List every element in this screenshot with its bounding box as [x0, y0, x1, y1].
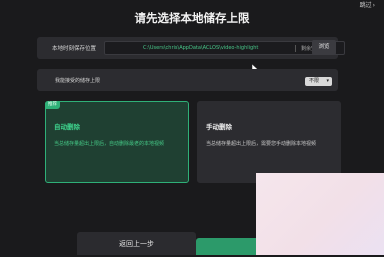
divider — [295, 45, 296, 52]
auto-delete-option[interactable]: 推荐 自动删除 当总储存量超出上限后，自动删除最老的本地视频 — [45, 101, 189, 183]
page-title: 请先选择本地储存上限 — [134, 11, 250, 25]
storage-path-field[interactable]: C:\Users\chris\AppData\ACLOS\video-highl… — [104, 41, 345, 55]
manual-delete-description: 当总储存量超出上限后，需要您手动删除本地视频 — [206, 141, 317, 147]
skip-label: 跳过 — [359, 2, 372, 9]
previous-step-button[interactable]: 返回上一步 — [77, 232, 196, 255]
next-step-button[interactable] — [196, 238, 256, 255]
auto-delete-description: 当总储存量超出上限后，自动删除最老的本地视频 — [54, 141, 165, 147]
browse-button[interactable]: 浏览 — [312, 40, 336, 55]
storage-limit-value: 不限 — [309, 78, 320, 84]
overlay-patch — [256, 173, 384, 255]
skip-button[interactable]: 跳过› — [360, 2, 375, 10]
storage-limit-select[interactable]: 不限 ▾ — [305, 77, 332, 86]
chevron-down-icon: ▾ — [326, 78, 329, 84]
recommended-badge: 推荐 — [45, 101, 60, 109]
storage-limit-label: 我能接受的储存上限 — [55, 78, 101, 84]
manual-delete-title: 手动删除 — [206, 123, 232, 131]
storage-path-panel: 本地时刻保存位置 C:\Users\chris\AppData\ACLOS\vi… — [37, 37, 345, 59]
chevron-right-icon: › — [372, 2, 375, 9]
storage-path-label: 本地时刻保存位置 — [52, 46, 97, 52]
storage-path-value: C:\Users\chris\AppData\ACLOS\video-highl… — [143, 45, 259, 51]
storage-limit-panel: 我能接受的储存上限 不限 ▾ — [37, 69, 338, 91]
manual-delete-option[interactable]: 手动删除 当总储存量超出上限后，需要您手动删除本地视频 — [197, 101, 341, 183]
auto-delete-title: 自动删除 — [54, 123, 80, 131]
